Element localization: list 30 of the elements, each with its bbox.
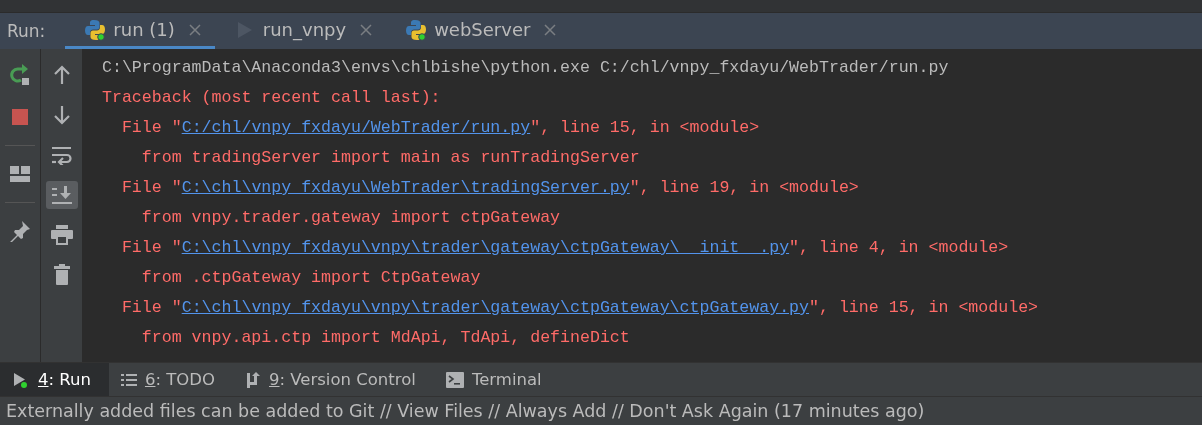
error-line: from vnpy.api.ctp import MdApi, TdApi, defineDict bbox=[140, 327, 631, 349]
run-label: Run: bbox=[6, 21, 47, 41]
status-message: Externally added files can be added to Git // View Files // Always Add // Don't Ask Again (17 minutes ago) bbox=[0, 396, 1202, 425]
run-icon bbox=[12, 370, 30, 389]
python-icon bbox=[406, 18, 427, 41]
file-link[interactable]: C:\chl\vnpy_fxdayu\WebTrader\tradingServer.py bbox=[181, 178, 630, 197]
run-tab[interactable]: run_vnpy bbox=[214, 13, 387, 49]
branch-icon bbox=[245, 370, 262, 389]
terminal-icon bbox=[445, 371, 464, 388]
scroll-to-end-icon[interactable] bbox=[45, 181, 78, 209]
list-icon bbox=[120, 372, 137, 387]
run-tab[interactable]: webServer bbox=[386, 13, 571, 49]
file-link[interactable]: C:\chl\vnpy_fxdayu\vnpy\trader\gateway\ctpGateway\ctpGateway.py bbox=[181, 298, 810, 317]
python-icon bbox=[85, 18, 106, 41]
error-line: Traceback (most recent call last): bbox=[102, 87, 442, 109]
error-line: from .ctpGateway import CtpGateway bbox=[140, 267, 482, 289]
file-link[interactable]: C:/chl/vnpy_fxdayu/WebTrader/run.py bbox=[181, 118, 531, 137]
error-line: File "C:/chl/vnpy_fxdayu/WebTrader/run.py", line 15, in <module> bbox=[120, 117, 761, 139]
file-link[interactable]: C:\chl\vnpy_fxdayu\vnpy\trader\gateway\ctpGateway\__init__.py bbox=[181, 238, 790, 257]
error-line: File "C:\chl\vnpy_fxdayu\vnpy\trader\gateway\ctpGateway\ctpGateway.py", line 15, in <module> bbox=[120, 297, 1040, 319]
error-line: from tradingServer import main as runTradingServer bbox=[140, 147, 641, 169]
tool-window-tab[interactable]: 4: Run bbox=[0, 363, 109, 396]
run-tab[interactable]: run (1) bbox=[65, 13, 215, 49]
error-line: File "C:\chl\vnpy_fxdayu\vnpy\trader\gateway\ctpGateway\__init__.py", line 4, in <module> bbox=[120, 237, 1010, 259]
tool-window-tab[interactable]: 6: TODO bbox=[108, 363, 234, 396]
error-line: File "C:\chl\vnpy_fxdayu\WebTrader\tradingServer.py", line 19, in <module> bbox=[120, 177, 860, 199]
tool-window-tab[interactable]: 9: Version Control bbox=[233, 363, 434, 396]
tool-window-tab[interactable]: Terminal bbox=[433, 363, 560, 396]
error-line: from vnpy.trader.gateway import ctpGateway bbox=[140, 207, 562, 229]
console-line: C:\ProgramData\Anaconda3\envs\chlbishe\python.exe C:/chl/vnpy_fxdayu/WebTrader/run.py bbox=[102, 57, 950, 79]
